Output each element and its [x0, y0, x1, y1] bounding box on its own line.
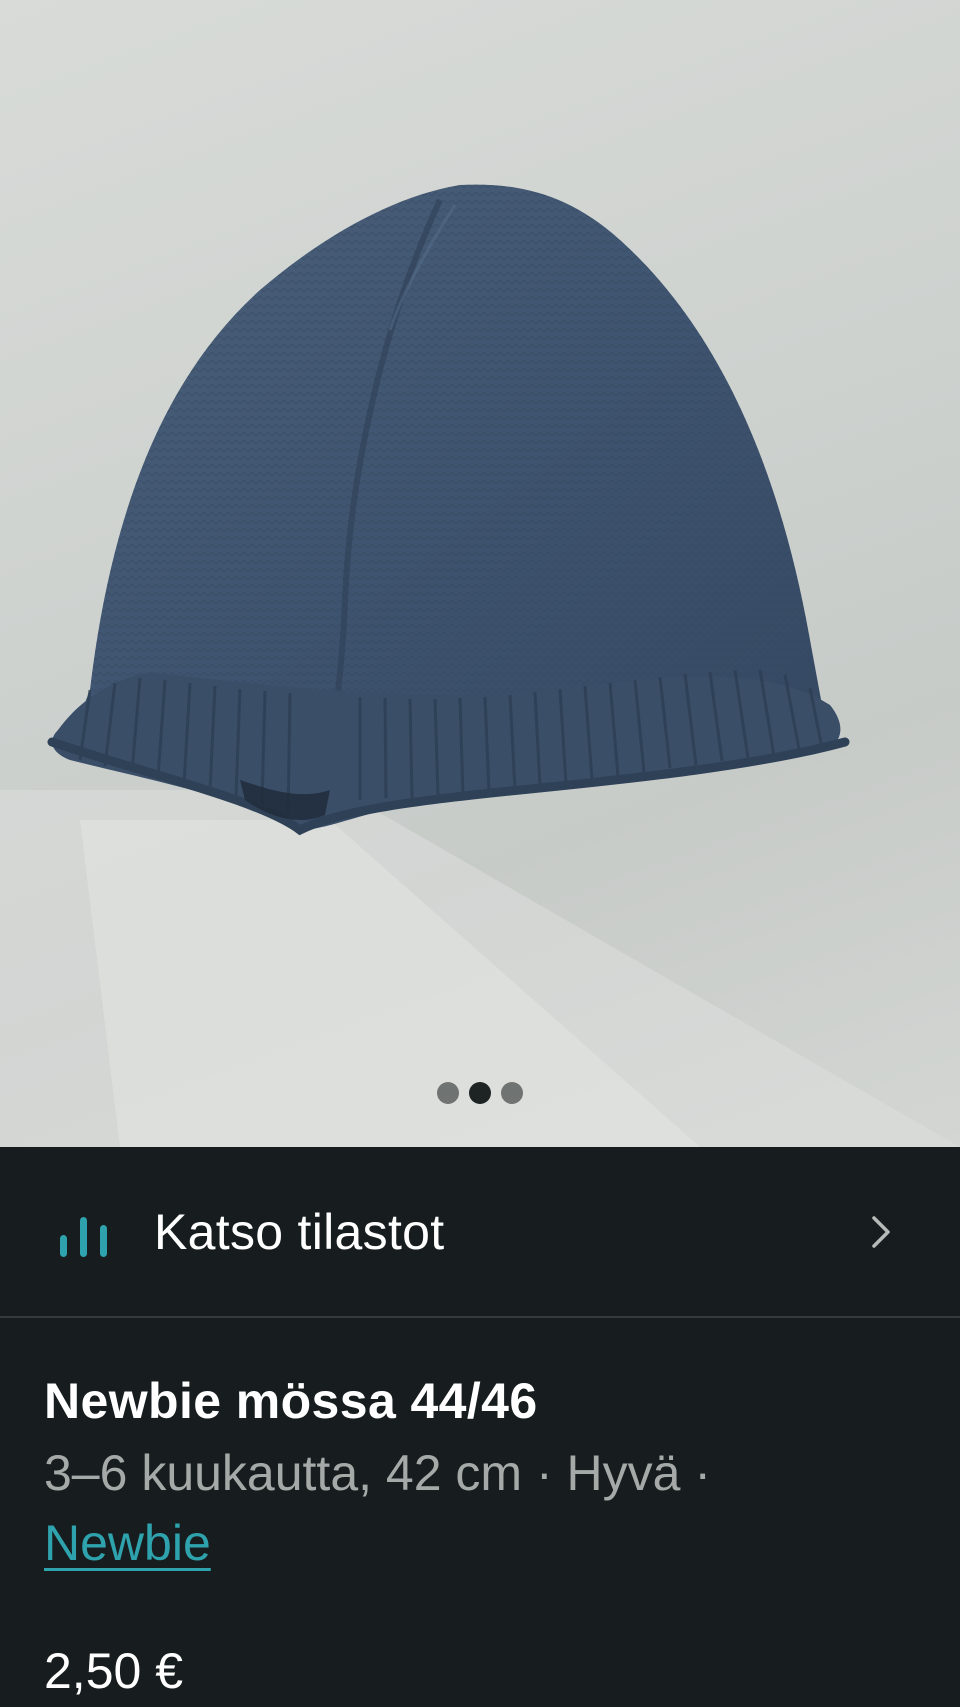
item-price: 2,50 € — [44, 1643, 184, 1699]
knit-hat-image — [0, 184, 960, 1147]
carousel-dot-active[interactable] — [469, 1082, 491, 1104]
carousel-indicator — [0, 1082, 960, 1104]
item-meta: 3–6 kuukautta, 42 cm · Hyvä · — [44, 1445, 711, 1501]
carousel-dot[interactable] — [501, 1082, 523, 1104]
item-info: Newbie mössa 44/46 3–6 kuukautta, 42 cm … — [44, 1370, 924, 1578]
carousel-dot[interactable] — [437, 1082, 459, 1104]
item-photo-carousel[interactable] — [0, 0, 960, 1147]
bar-chart-icon — [60, 1216, 107, 1257]
item-detail-page: Katso tilastot Newbie mössa 44/46 3–6 ku… — [0, 0, 960, 1707]
item-title: Newbie mössa 44/46 — [44, 1373, 538, 1429]
view-stats-row[interactable]: Katso tilastot — [0, 1147, 960, 1318]
chevron-right-icon — [872, 1215, 890, 1248]
view-stats-label: Katso tilastot — [154, 1203, 445, 1260]
brand-link[interactable]: Newbie — [44, 1508, 211, 1578]
